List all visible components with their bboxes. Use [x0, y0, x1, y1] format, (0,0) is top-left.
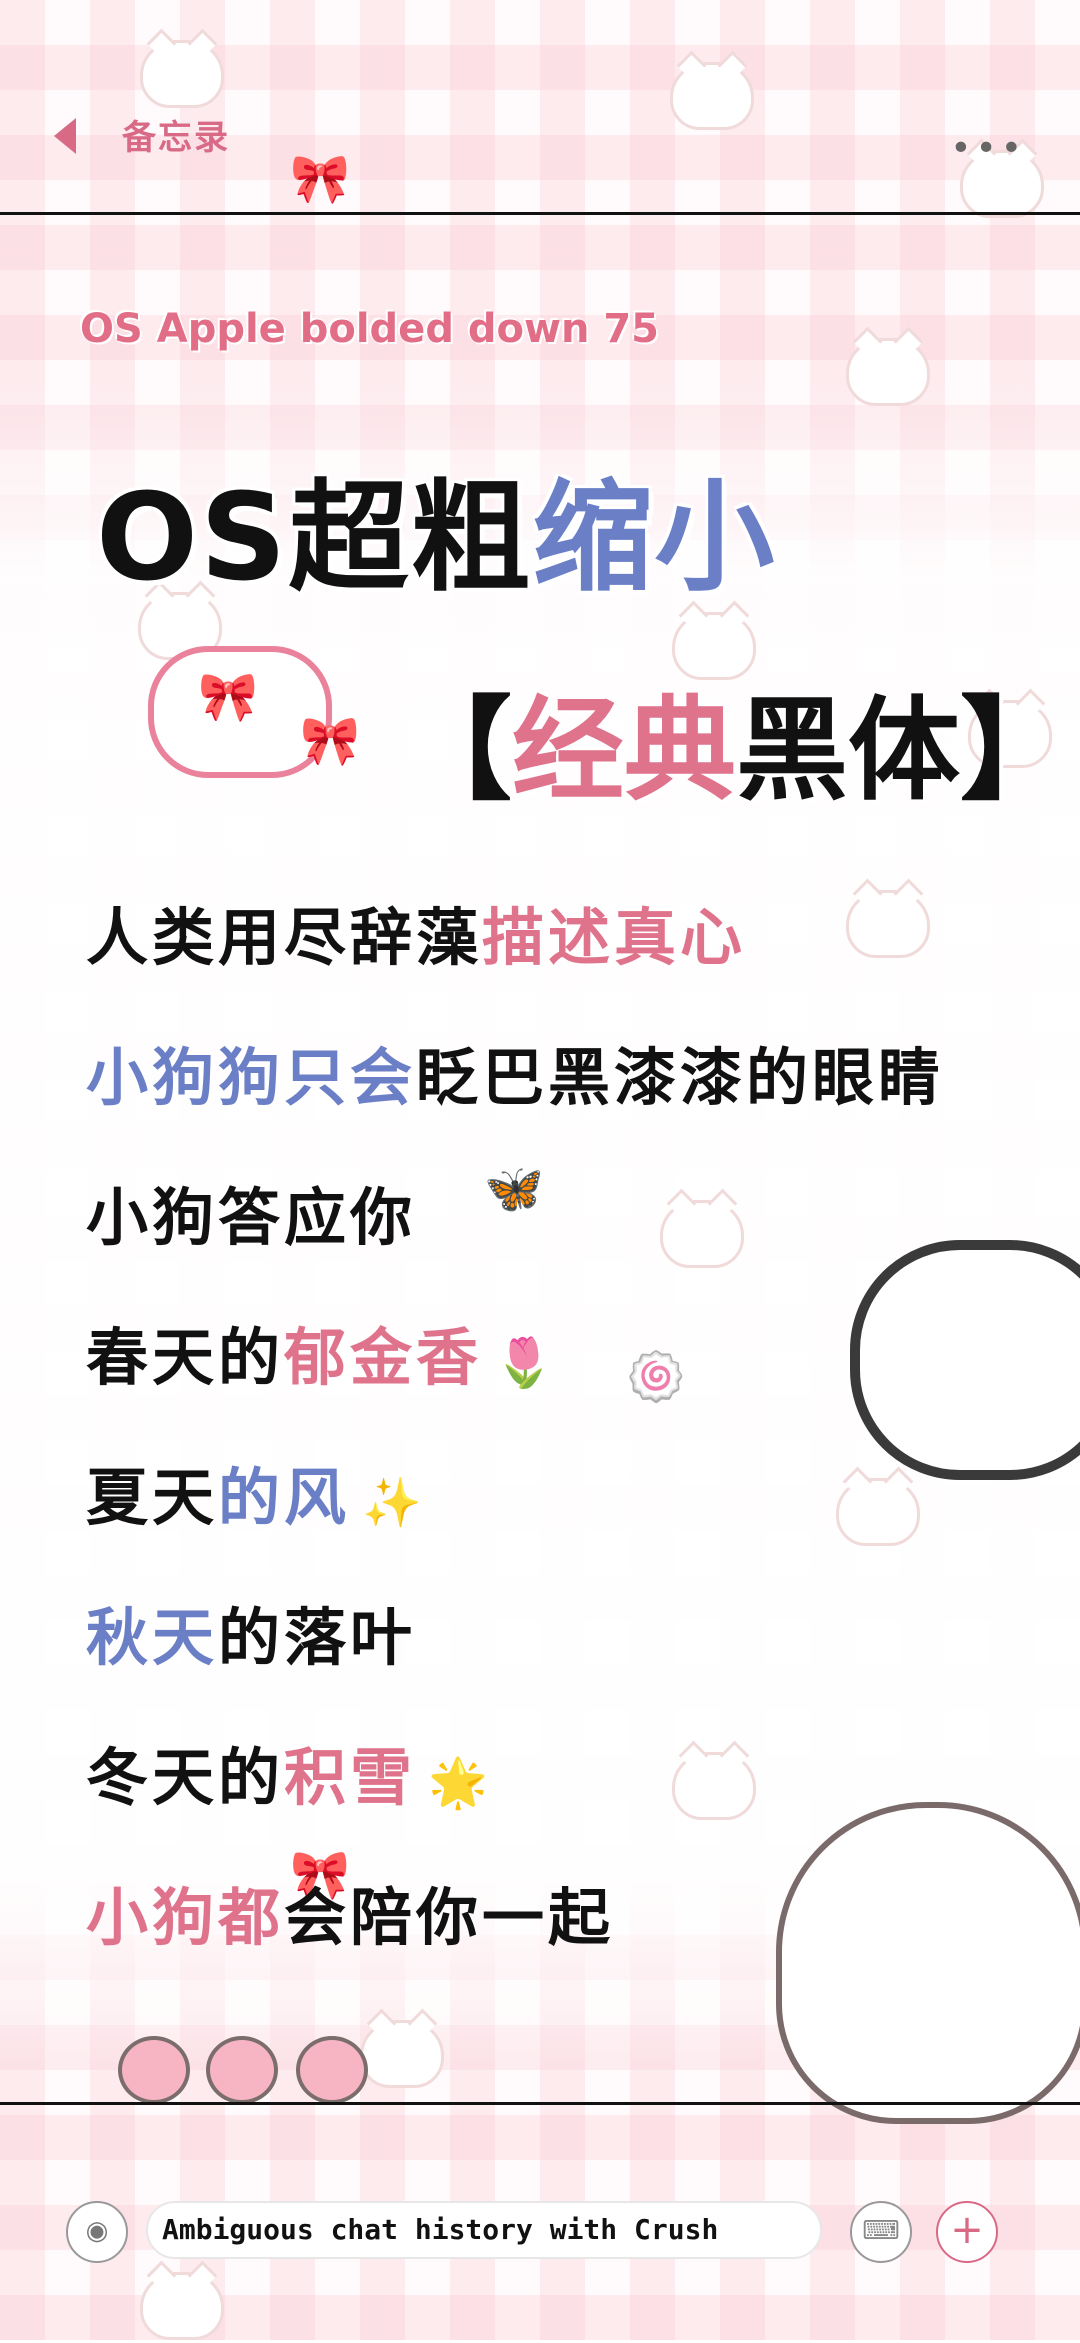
tulip-emoji-icon: 🌷: [494, 1335, 558, 1391]
cat-sticker: [360, 2020, 444, 2088]
line-part: 秋天: [86, 1601, 219, 1674]
tulip-icon: [296, 2036, 368, 2104]
font-name-label: OS Apple bolded down 75: [80, 306, 660, 352]
back-chevron-icon[interactable]: [54, 118, 76, 154]
tulip-icon: [118, 2036, 190, 2104]
poem-line: 秋天的落叶: [86, 1568, 944, 1708]
message-input[interactable]: Ambiguous chat history with Crush: [146, 2201, 822, 2259]
poem-lines: 人类用尽辞藻描述真心 小狗狗只会眨巴黑漆漆的眼睛 小狗答应你 春天的郁金香 🌷 夏…: [86, 868, 944, 1988]
poem-line: 夏天的风 ✨: [86, 1428, 944, 1568]
bracket-open: 【: [400, 686, 512, 816]
subheadline: 【经典黑体】: [400, 660, 1072, 822]
poem-line: 人类用尽辞藻描述真心: [86, 868, 944, 1008]
plus-icon[interactable]: +: [936, 2201, 998, 2263]
poem-line: 春天的郁金香 🌷: [86, 1288, 944, 1428]
subheadline-black: 黑体: [736, 686, 960, 816]
bow-icon: 🎀: [198, 669, 258, 725]
keyboard-icon[interactable]: ⌨: [850, 2201, 912, 2263]
line-part: 春天的: [86, 1321, 285, 1394]
headline-black: OS超粗: [96, 469, 533, 608]
cat-sticker: [846, 338, 930, 406]
line-part: 小狗都: [86, 1881, 285, 1954]
app-title: 备忘录: [122, 118, 230, 158]
bow-icon: 🎀: [300, 713, 360, 769]
line-part: 郁金香: [284, 1321, 483, 1394]
line-part: 夏天: [86, 1461, 219, 1534]
line-part: 积雪: [284, 1741, 417, 1814]
voice-icon[interactable]: ◉: [66, 2201, 128, 2263]
line-part: 冬天的: [86, 1741, 285, 1814]
poem-line: 小狗答应你: [86, 1148, 944, 1288]
headline: OS超粗缩小: [96, 440, 776, 614]
subheadline-pink: 经典: [512, 686, 736, 816]
line-part: 小狗狗只会: [86, 1041, 417, 1114]
line-part: 的风: [218, 1461, 351, 1534]
tulip-icon: [206, 2036, 278, 2104]
line-part: 描述真心: [482, 901, 747, 974]
top-bar: 备忘录 •••: [0, 0, 1080, 215]
poem-line: 小狗狗只会眨巴黑漆漆的眼睛: [86, 1008, 944, 1148]
line-part: 人类用尽辞藻: [86, 901, 483, 974]
sparkles-icon: ✨: [362, 1475, 426, 1531]
line-part: 小狗答应你: [86, 1181, 417, 1254]
star-icon: 🌟: [428, 1755, 492, 1811]
input-bar: ◉ Ambiguous chat history with Crush ⌨ +: [0, 2102, 1080, 2343]
headline-blue: 缩小: [532, 469, 777, 608]
line-part: 会陪你一起: [284, 1881, 615, 1954]
more-options-icon[interactable]: •••: [950, 128, 1026, 169]
line-part: 的落叶: [218, 1601, 417, 1674]
poem-line: 小狗都会陪你一起: [86, 1848, 944, 1988]
bracket-close: 】: [960, 686, 1072, 816]
line-part: 眨巴黑漆漆的眼睛: [416, 1041, 945, 1114]
poem-line: 冬天的积雪 🌟: [86, 1708, 944, 1848]
